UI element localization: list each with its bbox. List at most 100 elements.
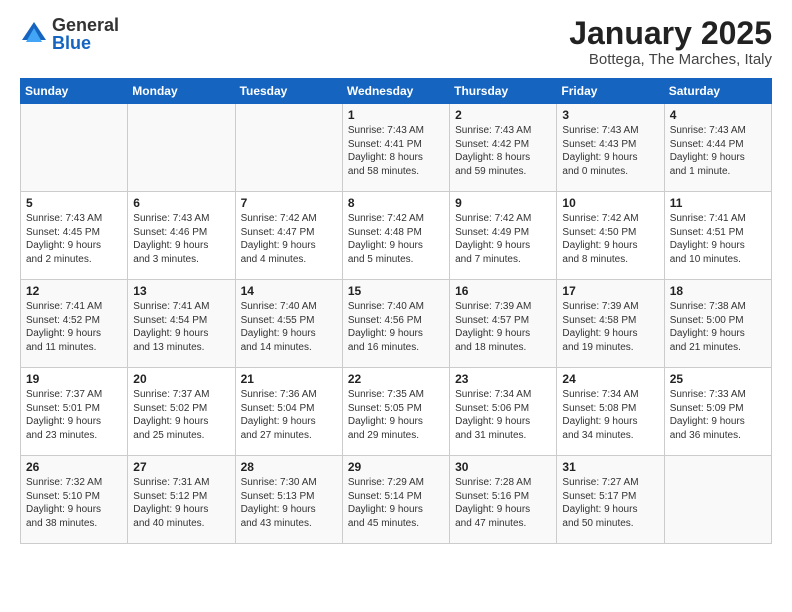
calendar-cell (21, 104, 128, 192)
col-saturday: Saturday (664, 79, 771, 104)
cell-content: Sunrise: 7:43 AM Sunset: 4:44 PM Dayligh… (670, 124, 766, 178)
cell-content: Sunrise: 7:30 AM Sunset: 5:13 PM Dayligh… (241, 476, 337, 530)
calendar-cell: 1 Sunrise: 7:43 AM Sunset: 4:41 PM Daylig… (342, 104, 449, 192)
cell-content: Sunrise: 7:41 AM Sunset: 4:51 PM Dayligh… (670, 212, 766, 266)
day-number: 1 (348, 108, 444, 122)
col-thursday: Thursday (450, 79, 557, 104)
day-number: 3 (562, 108, 658, 122)
calendar-cell: 25Sunrise: 7:33 AM Sunset: 5:09 PM Dayli… (664, 368, 771, 456)
day-number: 16 (455, 284, 551, 298)
cell-content: Sunrise: 7:36 AM Sunset: 5:04 PM Dayligh… (241, 388, 337, 442)
cell-content: Sunrise: 7:31 AM Sunset: 5:12 PM Dayligh… (133, 476, 229, 530)
day-number: 21 (241, 372, 337, 386)
cell-content: Sunrise: 7:41 AM Sunset: 4:52 PM Dayligh… (26, 300, 122, 354)
calendar-cell: 4Sunrise: 7:43 AM Sunset: 4:44 PM Daylig… (664, 104, 771, 192)
calendar-cell: 18 Sunrise: 7:38 AM Sunset: 5:00 PM Dayli… (664, 280, 771, 368)
cell-content: Sunrise: 7:29 AM Sunset: 5:14 PM Dayligh… (348, 476, 444, 530)
cell-content: Sunrise: 7:40 AM Sunset: 4:55 PM Dayligh… (241, 300, 337, 354)
calendar-cell: 27 Sunrise: 7:31 AM Sunset: 5:12 PM Dayli… (128, 456, 235, 544)
day-number: 2 (455, 108, 551, 122)
day-number: 7 (241, 196, 337, 210)
calendar-cell: 6 Sunrise: 7:43 AM Sunset: 4:46 PM Daylig… (128, 192, 235, 280)
cell-content: Sunrise: 7:38 AM Sunset: 5:00 PM Dayligh… (670, 300, 766, 354)
day-number: 8 (348, 196, 444, 210)
day-number: 27 (133, 460, 229, 474)
day-number: 19 (26, 372, 122, 386)
calendar-cell (664, 456, 771, 544)
calendar-cell: 19Sunrise: 7:37 AM Sunset: 5:01 PM Dayli… (21, 368, 128, 456)
header: General Blue January 2025 Bottega, The M… (20, 16, 772, 68)
calendar-cell: 8Sunrise: 7:42 AM Sunset: 4:48 PM Daylig… (342, 192, 449, 280)
logo-general-text: General (52, 16, 119, 34)
logo-icon (20, 20, 48, 48)
week-row-1: 1 Sunrise: 7:43 AM Sunset: 4:41 PM Daylig… (21, 104, 772, 192)
calendar-cell: 15Sunrise: 7:40 AM Sunset: 4:56 PM Dayli… (342, 280, 449, 368)
day-number: 11 (670, 196, 766, 210)
day-number: 23 (455, 372, 551, 386)
calendar-cell: 13 Sunrise: 7:41 AM Sunset: 4:54 PM Dayli… (128, 280, 235, 368)
day-number: 18 (670, 284, 766, 298)
cell-content: Sunrise: 7:42 AM Sunset: 4:50 PM Dayligh… (562, 212, 658, 266)
calendar-cell: 10 Sunrise: 7:42 AM Sunset: 4:50 PM Dayli… (557, 192, 664, 280)
cell-content: Sunrise: 7:41 AM Sunset: 4:54 PM Dayligh… (133, 300, 229, 354)
calendar-cell (235, 104, 342, 192)
cell-content: Sunrise: 7:39 AM Sunset: 4:58 PM Dayligh… (562, 300, 658, 354)
calendar-cell: 14Sunrise: 7:40 AM Sunset: 4:55 PM Dayli… (235, 280, 342, 368)
day-number: 12 (26, 284, 122, 298)
calendar-cell: 31 Sunrise: 7:27 AM Sunset: 5:17 PM Dayli… (557, 456, 664, 544)
calendar-cell: 29 Sunrise: 7:29 AM Sunset: 5:14 PM Dayli… (342, 456, 449, 544)
cell-content: Sunrise: 7:35 AM Sunset: 5:05 PM Dayligh… (348, 388, 444, 442)
calendar-cell: 2 Sunrise: 7:43 AM Sunset: 4:42 PM Daylig… (450, 104, 557, 192)
calendar-cell: 11 Sunrise: 7:41 AM Sunset: 4:51 PM Dayli… (664, 192, 771, 280)
cell-content: Sunrise: 7:43 AM Sunset: 4:46 PM Dayligh… (133, 212, 229, 266)
day-number: 17 (562, 284, 658, 298)
week-row-4: 19Sunrise: 7:37 AM Sunset: 5:01 PM Dayli… (21, 368, 772, 456)
cell-content: Sunrise: 7:43 AM Sunset: 4:45 PM Dayligh… (26, 212, 122, 266)
day-number: 30 (455, 460, 551, 474)
day-number: 24 (562, 372, 658, 386)
calendar-cell: 21 Sunrise: 7:36 AM Sunset: 5:04 PM Dayli… (235, 368, 342, 456)
calendar-cell: 9 Sunrise: 7:42 AM Sunset: 4:49 PM Daylig… (450, 192, 557, 280)
cell-content: Sunrise: 7:43 AM Sunset: 4:41 PM Dayligh… (348, 124, 444, 178)
col-monday: Monday (128, 79, 235, 104)
week-row-5: 26Sunrise: 7:32 AM Sunset: 5:10 PM Dayli… (21, 456, 772, 544)
calendar-table: Sunday Monday Tuesday Wednesday Thursday… (20, 78, 772, 544)
day-number: 9 (455, 196, 551, 210)
cell-content: Sunrise: 7:43 AM Sunset: 4:43 PM Dayligh… (562, 124, 658, 178)
col-sunday: Sunday (21, 79, 128, 104)
col-friday: Friday (557, 79, 664, 104)
day-number: 22 (348, 372, 444, 386)
title-block: January 2025 Bottega, The Marches, Italy (569, 16, 772, 68)
calendar-cell: 7Sunrise: 7:42 AM Sunset: 4:47 PM Daylig… (235, 192, 342, 280)
location: Bottega, The Marches, Italy (569, 51, 772, 68)
cell-content: Sunrise: 7:32 AM Sunset: 5:10 PM Dayligh… (26, 476, 122, 530)
calendar-cell: 26Sunrise: 7:32 AM Sunset: 5:10 PM Dayli… (21, 456, 128, 544)
cell-content: Sunrise: 7:43 AM Sunset: 4:42 PM Dayligh… (455, 124, 551, 178)
calendar-cell: 20Sunrise: 7:37 AM Sunset: 5:02 PM Dayli… (128, 368, 235, 456)
day-number: 6 (133, 196, 229, 210)
calendar-cell: 24 Sunrise: 7:34 AM Sunset: 5:08 PM Dayli… (557, 368, 664, 456)
calendar-cell: 22 Sunrise: 7:35 AM Sunset: 5:05 PM Dayli… (342, 368, 449, 456)
calendar-cell: 17 Sunrise: 7:39 AM Sunset: 4:58 PM Dayli… (557, 280, 664, 368)
cell-content: Sunrise: 7:34 AM Sunset: 5:08 PM Dayligh… (562, 388, 658, 442)
calendar-cell (128, 104, 235, 192)
day-number: 29 (348, 460, 444, 474)
day-number: 13 (133, 284, 229, 298)
calendar-cell: 23 Sunrise: 7:34 AM Sunset: 5:06 PM Dayli… (450, 368, 557, 456)
logo-text: General Blue (52, 16, 119, 52)
week-row-2: 5Sunrise: 7:43 AM Sunset: 4:45 PM Daylig… (21, 192, 772, 280)
calendar-cell: 28 Sunrise: 7:30 AM Sunset: 5:13 PM Dayli… (235, 456, 342, 544)
page: General Blue January 2025 Bottega, The M… (0, 0, 792, 612)
day-number: 31 (562, 460, 658, 474)
cell-content: Sunrise: 7:34 AM Sunset: 5:06 PM Dayligh… (455, 388, 551, 442)
month-title: January 2025 (569, 16, 772, 51)
logo: General Blue (20, 16, 119, 52)
cell-content: Sunrise: 7:27 AM Sunset: 5:17 PM Dayligh… (562, 476, 658, 530)
day-number: 10 (562, 196, 658, 210)
cell-content: Sunrise: 7:39 AM Sunset: 4:57 PM Dayligh… (455, 300, 551, 354)
day-number: 25 (670, 372, 766, 386)
cell-content: Sunrise: 7:42 AM Sunset: 4:49 PM Dayligh… (455, 212, 551, 266)
day-number: 28 (241, 460, 337, 474)
cell-content: Sunrise: 7:40 AM Sunset: 4:56 PM Dayligh… (348, 300, 444, 354)
calendar-cell: 3 Sunrise: 7:43 AM Sunset: 4:43 PM Daylig… (557, 104, 664, 192)
